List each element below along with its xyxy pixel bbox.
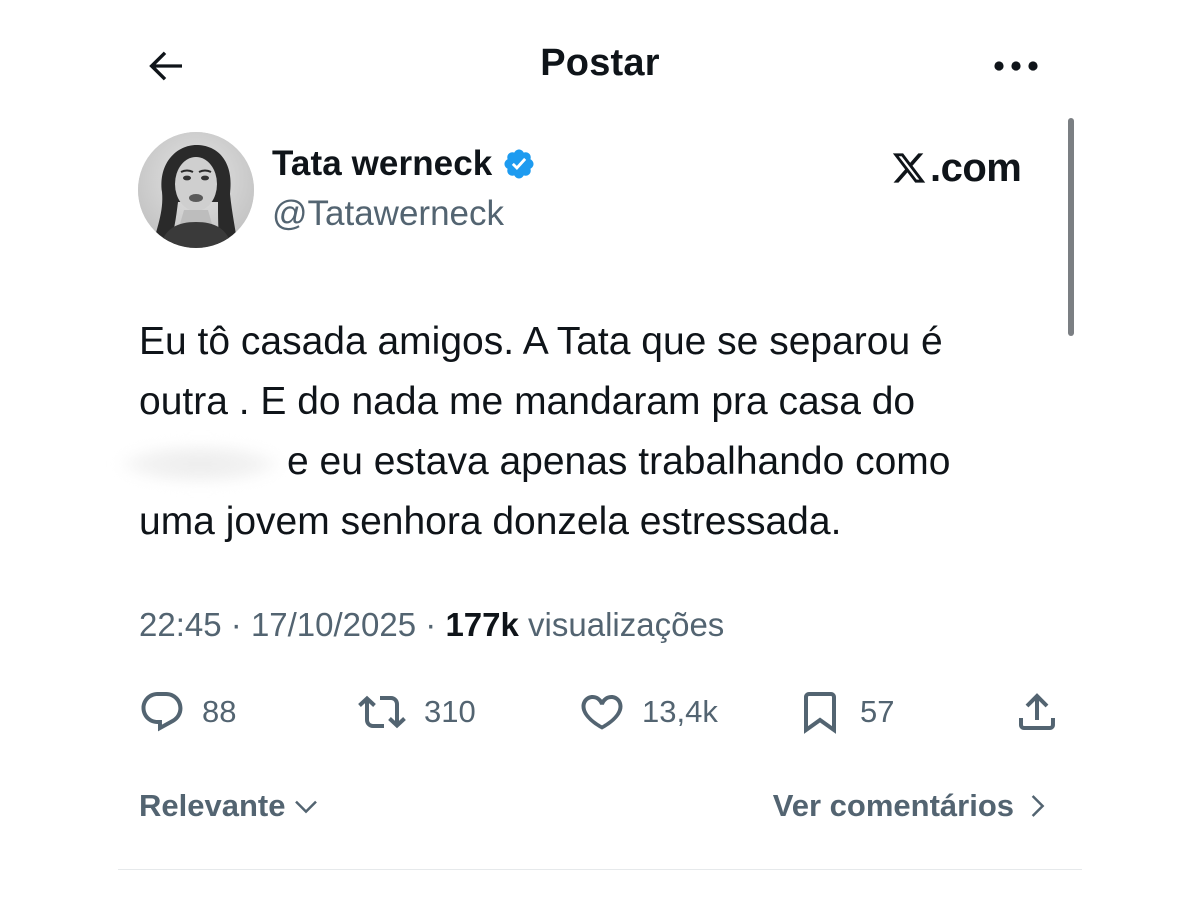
avatar[interactable] (138, 132, 254, 248)
reply-count: 88 (202, 694, 237, 729)
repost-button[interactable]: 310 (356, 686, 476, 738)
meta-separator: · (425, 606, 446, 643)
bookmark-button[interactable]: 57 (796, 686, 894, 738)
reply-button[interactable]: 88 (138, 686, 236, 738)
author-name: Tata werneck (272, 144, 493, 183)
post-text: Eu tô casada amigos. A Tata que se separ… (119, 312, 1059, 552)
post-time[interactable]: 22:45 (139, 606, 222, 643)
sort-dropdown[interactable]: Relevante (139, 788, 323, 824)
views-count: 177k (445, 606, 519, 643)
chevron-right-icon (1031, 795, 1045, 817)
post-date[interactable]: 17/10/2025 (251, 606, 416, 643)
bookmark-count: 57 (860, 694, 895, 729)
verified-badge-icon (504, 149, 534, 179)
meta-separator: · (230, 606, 251, 643)
post-page: Postar Tata werneck @Tatawerneck .com Eu… (0, 0, 1200, 900)
more-options-button[interactable] (988, 44, 1044, 88)
post-meta: 22:45 · 17/10/2025 · 177k visualizações (139, 606, 724, 644)
watermark-text: .com (930, 145, 1022, 190)
view-comments-label: Ver comentários (772, 788, 1014, 823)
post-text-line: e eu estava apenas trabalhando como (287, 440, 951, 483)
more-horizontal-icon (994, 61, 1038, 71)
share-icon (1019, 693, 1055, 730)
author-name-link[interactable]: Tata werneck (272, 144, 536, 184)
share-button[interactable] (1012, 686, 1062, 738)
divider (118, 869, 1082, 870)
view-comments-link[interactable]: Ver comentários (773, 788, 1052, 824)
blurred-redaction (119, 443, 281, 484)
like-count: 13,4k (642, 694, 718, 729)
post-text-line-with-blur: e eu estava apenas trabalhando como (119, 432, 1059, 492)
post-text-line: uma jovem senhora donzela estressada. (139, 500, 842, 543)
heart-icon (581, 695, 623, 730)
scrollbar-thumb[interactable] (1068, 118, 1074, 336)
sort-label: Relevante (139, 788, 286, 823)
repost-icon (358, 695, 406, 729)
chevron-down-icon (295, 800, 318, 814)
post-text-line: outra . E do nada me mandaram pra casa d… (139, 380, 916, 423)
views-label: visualizações (528, 606, 725, 643)
profile-photo (138, 132, 254, 248)
x-watermark: .com (890, 142, 1040, 194)
bookmark-icon (804, 692, 836, 734)
x-logo-icon (892, 153, 926, 183)
author-handle[interactable]: @Tatawerneck (272, 194, 504, 234)
reply-icon (141, 692, 183, 732)
post-text-line: Eu tô casada amigos. A Tata que se separ… (139, 320, 943, 363)
like-button[interactable]: 13,4k (578, 686, 718, 738)
repost-count: 310 (424, 694, 476, 729)
